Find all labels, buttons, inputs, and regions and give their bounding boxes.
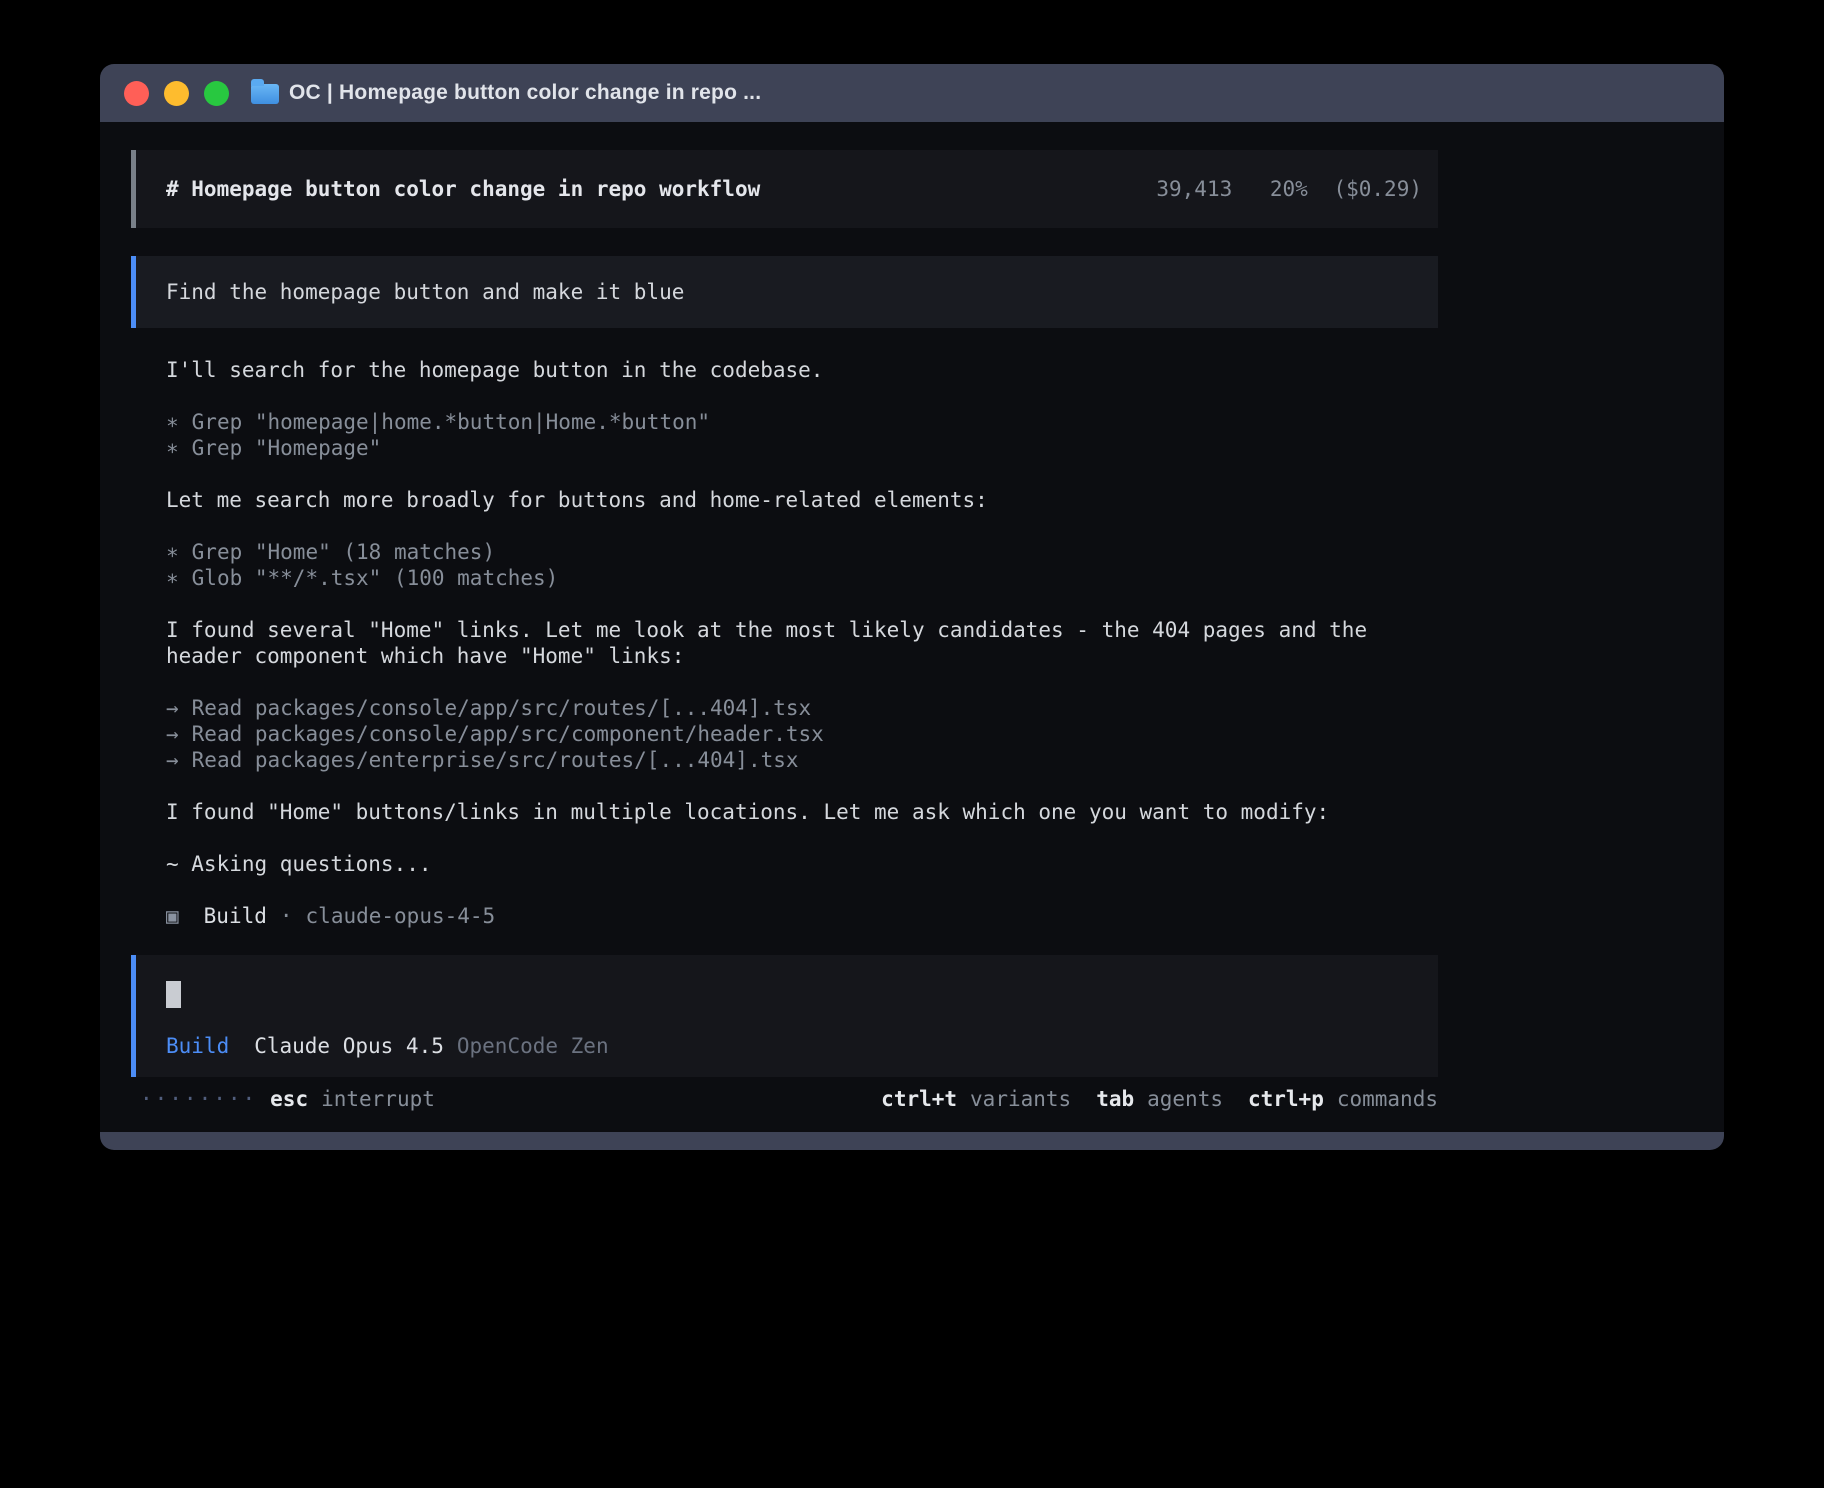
shortcut-key: ctrl+t bbox=[881, 1087, 957, 1111]
tool-asterisk-icon: ∗ bbox=[166, 540, 179, 564]
shortcut-variants: ctrl+t variants bbox=[881, 1086, 1071, 1112]
spinner-dots: ········ bbox=[140, 1086, 257, 1112]
tool-call-read: → Read packages/console/app/src/component… bbox=[166, 721, 1438, 747]
tool-call-text: Read packages/console/app/src/component/… bbox=[192, 722, 824, 746]
arrow-right-icon: → bbox=[166, 748, 179, 772]
tool-call-glob: ∗ Glob "**/*.tsx" (100 matches) bbox=[166, 565, 1438, 591]
agent-model: claude-opus-4-5 bbox=[306, 904, 496, 928]
session-header: # Homepage button color change in repo w… bbox=[131, 150, 1438, 228]
zoom-button[interactable] bbox=[204, 81, 229, 106]
status-bar-left: ········ esc interrupt bbox=[131, 1086, 435, 1112]
tool-call-grep: ∗ Grep "Homepage" bbox=[166, 435, 1438, 461]
window-title: OC | Homepage button color change in rep… bbox=[289, 81, 761, 105]
agent-mode-label: Build bbox=[166, 1034, 229, 1058]
tool-call-text: Glob "**/*.tsx" (100 matches) bbox=[192, 566, 559, 590]
tool-call-grep: ∗ Grep "homepage|home.*button|Home.*butto… bbox=[166, 409, 1438, 435]
folder-icon bbox=[251, 84, 279, 104]
terminal-content: # Homepage button color change in repo w… bbox=[100, 122, 1724, 1132]
tool-call-text: Read packages/enterprise/src/routes/[...… bbox=[192, 748, 799, 772]
agent-status-line: ▣ Build · claude-opus-4-5 bbox=[166, 903, 1438, 929]
user-message-text: Find the homepage button and make it blu… bbox=[166, 279, 684, 305]
session-stats: 39,413 20% ($0.29) bbox=[1156, 176, 1422, 202]
arrow-right-icon: → bbox=[166, 722, 179, 746]
agent-name: Build bbox=[204, 904, 267, 928]
tool-asterisk-icon: ∗ bbox=[166, 410, 179, 434]
esc-key-hint: esc bbox=[270, 1086, 308, 1112]
shortcut-label: agents bbox=[1147, 1087, 1223, 1111]
agent-icon: ▣ bbox=[166, 904, 179, 928]
status-bar: ········ esc interrupt ctrl+t variants ta… bbox=[131, 1086, 1438, 1112]
tool-call-text: Grep "Home" (18 matches) bbox=[192, 540, 495, 564]
input-status-row: Build Claude Opus 4.5 OpenCode Zen bbox=[166, 1033, 1422, 1059]
token-count: 39,413 bbox=[1156, 177, 1232, 201]
model-name: Claude Opus 4.5 bbox=[254, 1034, 444, 1058]
shortcut-agents: tab agents bbox=[1096, 1086, 1223, 1112]
conversation: I'll search for the homepage button in t… bbox=[131, 357, 1438, 929]
traffic-lights bbox=[124, 81, 229, 106]
shortcut-commands: ctrl+p commands bbox=[1248, 1086, 1438, 1112]
assistant-text: Let me search more broadly for buttons a… bbox=[166, 487, 1438, 513]
minimize-button[interactable] bbox=[164, 81, 189, 106]
esc-key-label: interrupt bbox=[321, 1086, 435, 1112]
tool-asterisk-icon: ∗ bbox=[166, 436, 179, 460]
prompt-input[interactable]: Build Claude Opus 4.5 OpenCode Zen bbox=[131, 955, 1438, 1077]
tool-call-grep: ∗ Grep "Home" (18 matches) bbox=[166, 539, 1438, 565]
tool-asterisk-icon: ∗ bbox=[166, 566, 179, 590]
shortcut-label: commands bbox=[1337, 1087, 1438, 1111]
tool-call-read: → Read packages/console/app/src/routes/[.… bbox=[166, 695, 1438, 721]
status-bar-right: ctrl+t variants tab agents ctrl+p commands bbox=[881, 1086, 1438, 1112]
dot-separator: · bbox=[280, 904, 293, 928]
assistant-status-text: ~ Asking questions... bbox=[166, 851, 1438, 877]
tool-call-text: Grep "Homepage" bbox=[192, 436, 382, 460]
session-title: # Homepage button color change in repo w… bbox=[166, 176, 1156, 202]
tool-call-text: Grep "homepage|home.*button|Home.*button… bbox=[192, 410, 710, 434]
user-message: Find the homepage button and make it blu… bbox=[131, 256, 1438, 328]
tool-call-read: → Read packages/enterprise/src/routes/[..… bbox=[166, 747, 1438, 773]
shortcut-label: variants bbox=[970, 1087, 1071, 1111]
text-cursor bbox=[166, 981, 181, 1008]
close-button[interactable] bbox=[124, 81, 149, 106]
assistant-text: I'll search for the homepage button in t… bbox=[166, 357, 1438, 383]
session-cost: ($0.29) bbox=[1333, 177, 1422, 201]
context-percent: 20% bbox=[1270, 177, 1308, 201]
terminal-window: OC | Homepage button color change in rep… bbox=[100, 64, 1724, 1150]
arrow-right-icon: → bbox=[166, 696, 179, 720]
assistant-text: I found "Home" buttons/links in multiple… bbox=[166, 799, 1438, 825]
provider-name: OpenCode Zen bbox=[457, 1034, 609, 1058]
shortcut-key: tab bbox=[1096, 1087, 1134, 1111]
tool-call-text: Read packages/console/app/src/routes/[..… bbox=[192, 696, 812, 720]
shortcut-key: ctrl+p bbox=[1248, 1087, 1324, 1111]
assistant-text: I found several "Home" links. Let me loo… bbox=[166, 617, 1438, 669]
titlebar: OC | Homepage button color change in rep… bbox=[100, 64, 1724, 122]
